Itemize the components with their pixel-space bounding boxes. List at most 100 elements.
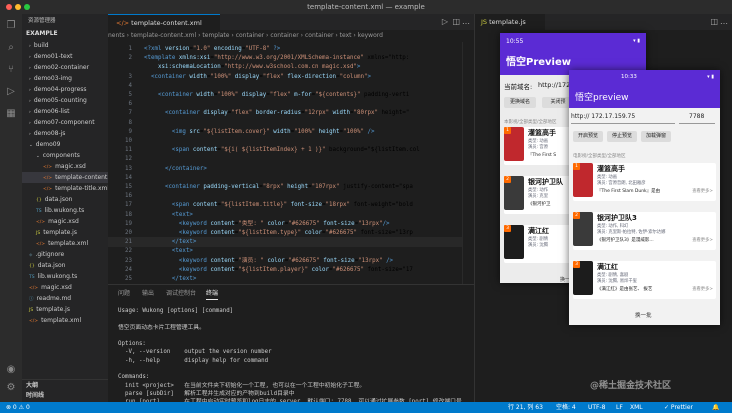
js-file-icon: JS [481,18,490,26]
code-text: <text> [171,248,193,255]
panel-tab[interactable]: 输出 [142,288,154,300]
tree-item[interactable]: {} data.json [22,260,108,271]
terminal-line: -V, --version output the version number [118,349,272,356]
cursor-position[interactable]: 行 21, 列 63 [508,402,543,413]
code-text: <?xml version="1.0" encoding="UTF-8" ?> [144,46,281,52]
terminal-output[interactable]: Usage: Wukong [options] [command] 悟空页面动态卡… [118,307,474,413]
end-of-line[interactable]: LF [616,402,623,413]
tree-item[interactable]: › demo01-text [22,51,108,62]
minimap[interactable] [462,42,474,284]
rank-badge: 2 [504,176,511,183]
code-text: <container width="100%" display="flex" m… [157,92,410,98]
code-editor[interactable]: 1 <?xml version="1.0" encoding="UTF-8" ?>… [108,42,474,284]
panel-tab[interactable]: 终端 [206,288,219,300]
split-editor-icon[interactable]: ◫ [710,17,718,26]
terminal-line: init <project> 在当前文件夹下初始化一个工程, 也可以在一个工程中… [118,382,366,389]
more-link[interactable]: 查看更多> [692,286,713,292]
tree-item[interactable]: JS template.js [22,227,108,238]
preview-action-button[interactable]: 停止预览 [607,131,637,142]
prettier-status[interactable]: ✓ Prettier [664,402,693,413]
explorer-icon[interactable]: ❐ [5,20,17,32]
timeline-section[interactable]: 时间线 [22,390,108,401]
tree-item[interactable]: › demo04-progress [22,84,108,95]
minimize-window-icon[interactable] [15,4,21,10]
movie-desc: 『The First Slam Dunk』是由 [597,189,661,194]
preview-action-button[interactable]: 更换域名 [504,97,536,108]
account-icon[interactable]: ◉ [5,364,17,376]
breadcrumb[interactable]: nents › template-content.xml › template … [108,30,474,42]
tree-item[interactable]: › demo07-component [22,117,108,128]
tree-item[interactable]: › demo08-js [22,128,108,139]
code-line[interactable]: 25 </text> [108,274,474,284]
outline-section[interactable]: 大纲 [22,379,108,390]
tree-item[interactable]: </> magic.xsd [22,216,108,227]
panel-tab[interactable]: 调试控制台 [166,288,196,300]
preview-action-button[interactable]: 加载弹窗 [641,131,671,142]
more-link[interactable]: 查看更多> [692,237,713,243]
tree-item[interactable]: TS lib.wukong.ts [22,271,108,282]
file-encoding[interactable]: UTF-8 [588,402,606,413]
problems-count[interactable]: ⊗ 0 ⚠ 0 [6,402,30,413]
tree-item[interactable]: › demo02-container [22,62,108,73]
run-debug-icon[interactable]: ▷ [5,86,17,98]
close-window-icon[interactable] [6,4,12,10]
language-mode[interactable]: XML [630,402,643,413]
indent-spaces[interactable]: 空格: 4 [556,402,576,413]
tree-item[interactable]: JS template.js [22,304,108,315]
movie-card[interactable]: 3 满江红 类型: 剧情, 喜剧 演员: 沈腾, 易烊千玺 《满江红》是由张艺、 拔艺查… [573,261,716,299]
port-input[interactable]: 7788 [679,113,715,124]
refresh-button[interactable]: 换一批 [635,311,652,319]
line-number: 25 [125,276,132,282]
notifications-icon[interactable]: 🔔 [712,402,719,413]
tree-item[interactable]: › demo06-list [22,106,108,117]
terminal-line: Commands: [118,374,150,381]
tab-template-js[interactable]: JS template.js [475,14,545,30]
section-filter[interactable]: 本影视/全部类型/全部地区 [504,119,557,125]
movie-player: 演员: 沈腾, 易烊千玺 [597,279,637,284]
tree-item[interactable]: ⌄ demo09 [22,139,108,150]
file-tree: › build › demo01-text › demo02-container › demo… [22,40,108,326]
search-icon[interactable]: ⌕ [5,42,17,54]
tree-item[interactable]: </> magic.xsd [22,161,108,172]
tree-item[interactable]: ⌄ components [22,150,108,161]
tree-item[interactable]: › build [22,40,108,51]
code-text: <container padding-vertical="8rpx" heigh… [164,184,413,190]
tree-item[interactable]: › demo03-img [22,73,108,84]
tree-item[interactable]: </> template-content... [22,172,108,183]
tree-item[interactable]: TS lib.wukong.ts [22,205,108,216]
tree-item[interactable]: </> template.xml [22,315,108,326]
run-icon[interactable]: ▷ [442,17,448,26]
more-actions-icon[interactable]: … [720,17,728,26]
file-type-icon: TS [36,209,42,214]
tree-item[interactable]: › demo05-counting [22,95,108,106]
panel-tab[interactable]: 问题 [118,288,130,300]
tree-item[interactable]: </> template.xml [22,238,108,249]
url-input[interactable]: http:// 172.17.159.75 [571,113,675,124]
movie-card[interactable]: 1 灌篮高手 类型: 动画 演员: 宫原哲朗, 北田雅彦 『The First Slam… [573,163,716,201]
maximize-window-icon[interactable] [24,4,30,10]
file-type-icon: JS [29,308,34,313]
more-link[interactable]: 查看更多> [692,188,713,194]
tree-item-label: data.json [37,262,66,269]
section-filter[interactable]: 电影榜/全部类型/全部地区 [573,153,626,159]
tree-item[interactable]: ⓘ readme.md [22,293,108,304]
settings-gear-icon[interactable]: ⚙ [5,382,17,394]
source-control-icon[interactable]: ⑂ [5,64,17,76]
tree-item[interactable]: </> magic.xsd [22,282,108,293]
tab-template-content[interactable]: </> template-content.xml [108,14,220,30]
extensions-icon[interactable]: ▦ [5,108,17,120]
tree-item-label: template.js [36,306,70,313]
tab-label: template.js [489,18,526,26]
split-editor-icon[interactable]: ◫ [452,17,460,26]
more-actions-icon[interactable]: … [462,17,470,26]
tree-item[interactable]: {} data.json [22,194,108,205]
movie-card[interactable]: 2 银河护卫队3 类型: 动作, 科幻 演员: 克里斯·帕拉特, 佐伊·索尔达娜 《银河… [573,212,716,250]
preview-action-button[interactable]: 开启预览 [573,131,603,142]
code-text: <span content="${listItem.title}" font-s… [171,202,413,209]
tree-item-label: components [42,152,80,159]
code-text: </text> [171,239,197,246]
tree-item[interactable]: </> template-title.xml [22,183,108,194]
workspace-root[interactable]: EXAMPLE [22,28,108,40]
file-type-icon: ⓘ [29,297,34,302]
tree-item[interactable]: ◆ .gitignore [22,249,108,260]
